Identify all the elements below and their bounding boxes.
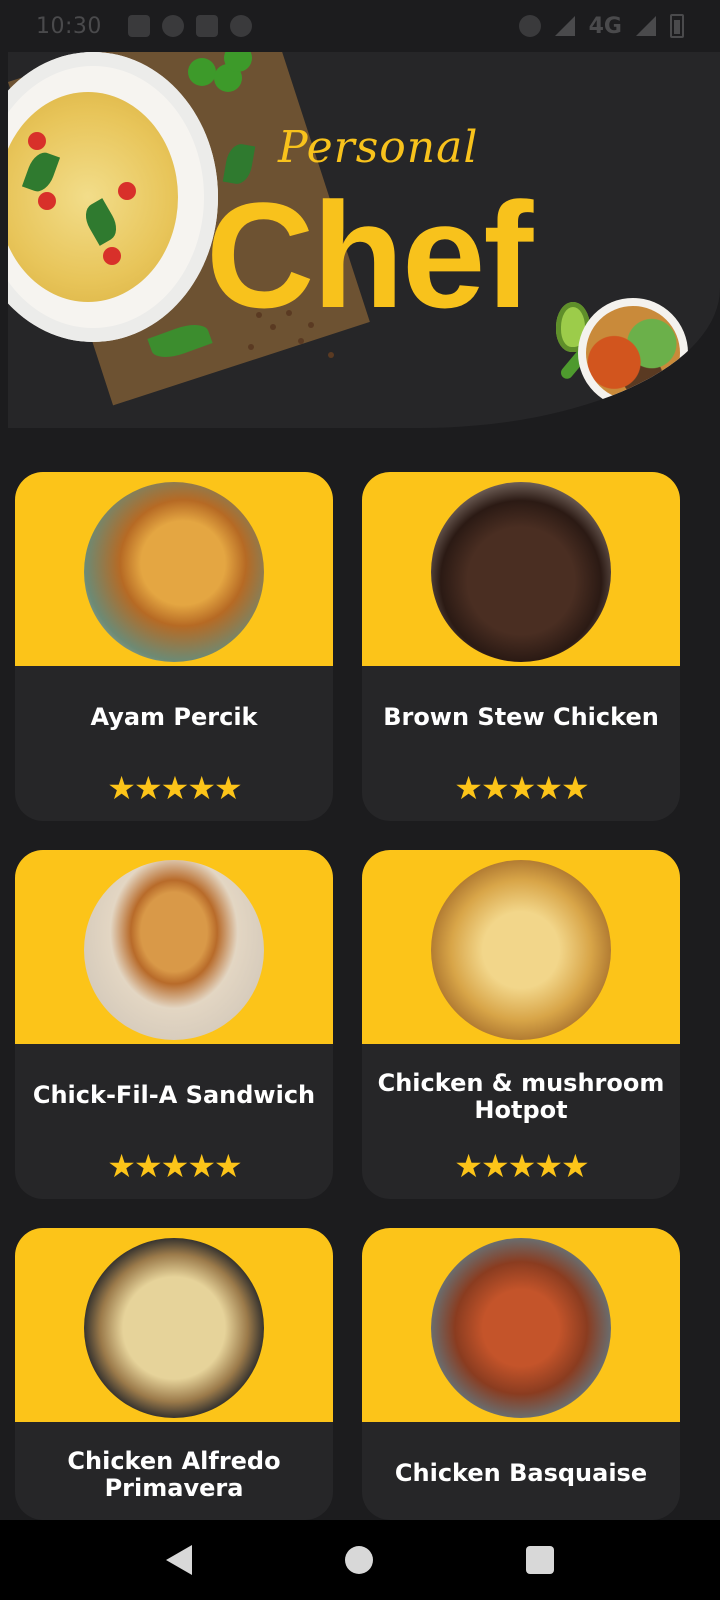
tomato-decoration	[38, 192, 56, 210]
rating-stars-icon: ★★★★★	[454, 770, 589, 806]
recipe-card[interactable]: Chicken Alfredo Primavera	[15, 1228, 333, 1520]
status-time: 10:30	[36, 13, 102, 39]
network-type: 4G	[588, 13, 622, 39]
salad-image	[586, 306, 680, 400]
recipe-image	[84, 482, 264, 662]
back-icon[interactable]	[166, 1545, 193, 1575]
peppercorn-decoration	[248, 344, 254, 350]
recipe-card[interactable]: Chick-Fil-A Sandwich ★★★★★	[15, 850, 333, 1199]
card-image-area	[15, 472, 333, 666]
recipe-image	[431, 482, 611, 662]
tomato-decoration	[103, 247, 121, 265]
recipe-card[interactable]: Chicken & mushroom Hotpot ★★★★★	[362, 850, 680, 1199]
recipe-card[interactable]: Chicken Basquaise	[362, 1228, 680, 1520]
recipe-card[interactable]: Brown Stew Chicken ★★★★★	[362, 472, 680, 821]
recipe-image	[431, 860, 611, 1040]
recipe-image	[84, 1238, 264, 1418]
grape-decoration	[188, 58, 216, 86]
brand-script-title: Personal	[278, 122, 479, 173]
rating-stars-icon: ★★★★★	[107, 1148, 242, 1184]
recipe-image	[431, 1238, 611, 1418]
home-icon[interactable]	[344, 1546, 373, 1574]
app-notification-icon	[161, 15, 184, 37]
signal-icon	[554, 16, 575, 36]
recipe-title: Brown Stew Chicken	[383, 703, 659, 731]
recipe-title: Chick-Fil-A Sandwich	[32, 1081, 316, 1109]
recipe-title: Chicken Basquaise	[394, 1459, 648, 1487]
recipe-title: Ayam Percik	[90, 703, 258, 731]
signal-icon	[636, 16, 656, 36]
recent-apps-icon[interactable]	[525, 1546, 554, 1574]
app-notification-icon	[229, 15, 252, 37]
youtube-icon	[195, 15, 218, 37]
tomato-decoration	[28, 132, 46, 150]
recipe-title: Chicken Alfredo Primavera	[67, 1447, 281, 1502]
card-image-area	[362, 850, 680, 1044]
system-navigation-bar	[0, 1520, 720, 1600]
battery-icon	[670, 14, 684, 38]
rating-stars-icon: ★★★★★	[454, 1148, 589, 1184]
status-indicators: 4G	[518, 13, 684, 39]
status-bar: 10:30 4G	[0, 0, 720, 52]
rating-stars-icon: ★★★★★	[107, 770, 242, 806]
recipe-image	[84, 860, 264, 1040]
peppercorn-decoration	[328, 352, 334, 358]
recipe-card[interactable]: Ayam Percik ★★★★★	[15, 472, 333, 821]
card-image-area	[362, 472, 680, 666]
salad-bowl-image	[578, 298, 688, 408]
notification-icons	[127, 15, 252, 37]
card-image-area	[15, 850, 333, 1044]
header-banner: Personal Chef	[8, 52, 720, 428]
card-image-area	[362, 1228, 680, 1422]
brand-main-title: Chef	[206, 171, 533, 339]
card-image-area	[15, 1228, 333, 1422]
hotspot-icon	[518, 15, 541, 37]
message-icon	[127, 15, 150, 37]
recipe-title: Chicken & mushroom Hotpot	[377, 1069, 665, 1124]
tomato-decoration	[118, 182, 136, 200]
